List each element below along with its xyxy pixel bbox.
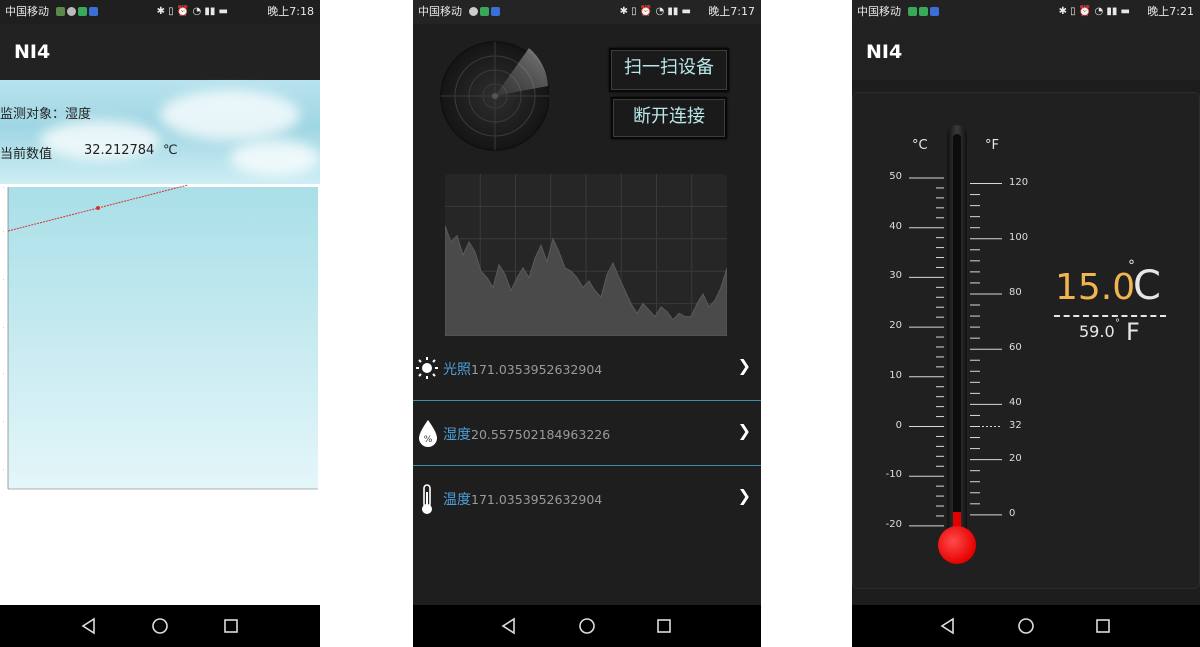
fahrenheit-tick-label: 60 <box>1009 342 1022 354</box>
celsius-tick-label: 20 <box>889 320 902 332</box>
reading-divider <box>1054 315 1166 317</box>
sensor-row-light[interactable]: 光照171.0353952632904 ❯ <box>413 336 761 400</box>
y-tick: · <box>3 277 4 282</box>
sensor-value: 171.0353952632904 <box>471 492 603 507</box>
disconnect-button[interactable]: 断开连接 <box>611 97 727 139</box>
fahrenheit-unit: F <box>1126 318 1140 346</box>
clock-label: 晚上7:21 <box>1147 5 1194 18</box>
y-tick: · <box>3 371 4 376</box>
sensor-row-temperature[interactable]: 温度171.0353952632904 ❯ <box>413 466 761 530</box>
celsius-tick-label: 0 <box>895 419 902 431</box>
fahrenheit-tick-label: 0 <box>1009 507 1016 519</box>
recents-icon[interactable] <box>654 616 674 636</box>
celsius-tick-label: -10 <box>885 469 902 481</box>
recents-icon[interactable] <box>221 616 241 636</box>
y-tick: · <box>3 185 4 190</box>
status-bar: 中国移动 ✱ ▯ ⏰ ◔ ▮▮ ▬ 晚上7:17 <box>413 0 761 24</box>
status-bar: 中国移动 ✱ ▯ ⏰ ◔ ▮▮ ▬ 晚上7:18 <box>0 0 320 24</box>
thermometer-panel: °C °F 50 40 30 20 10 0 -10 -20 120 100 80 60 40 32 20… <box>852 92 1200 589</box>
scan-device-button[interactable]: 扫一扫设备 <box>609 48 729 92</box>
notification-icons <box>906 0 939 24</box>
screen-device: 中国移动 ✱ ▯ ⏰ ◔ ▮▮ ▬ 晚上7:17 扫一扫设备 断开连接 光照17… <box>413 0 761 647</box>
clock-label: 晚上7:18 <box>267 5 314 18</box>
clock-label: 晚上7:17 <box>708 5 755 18</box>
sky-banner <box>0 80 320 184</box>
monitor-target-label: 监测对象：湿度 <box>0 107 92 122</box>
radar-icon <box>440 41 549 151</box>
y-tick: · <box>3 229 4 234</box>
carrier-label: 中国移动 <box>5 5 49 18</box>
sensor-value: 20.557502184963226 <box>471 427 611 442</box>
back-icon[interactable] <box>79 616 99 636</box>
current-value: 32.212784 <box>84 143 155 158</box>
celsius-tick-label: 30 <box>889 270 902 282</box>
back-icon[interactable] <box>499 616 519 636</box>
chevron-right-icon[interactable]: ❯ <box>738 356 751 375</box>
app-bar: NI4 <box>0 24 320 80</box>
system-nav-bar <box>413 605 761 647</box>
sensor-row-humidity[interactable]: % 湿度20.557502184963226 ❯ <box>413 401 761 465</box>
celsius-tick-label: -20 <box>885 518 902 530</box>
sensor-label: 湿度 <box>443 427 471 443</box>
fahrenheit-tick-label: 40 <box>1009 397 1022 409</box>
back-icon[interactable] <box>938 616 958 636</box>
chevron-right-icon[interactable]: ❯ <box>738 421 751 440</box>
home-icon[interactable] <box>1016 616 1036 636</box>
thermometer-bulb <box>938 526 976 564</box>
fahrenheit-scale-symbol: °F <box>985 138 999 153</box>
degree-symbol: ° <box>1115 318 1120 329</box>
fahrenheit-tick-label: 32 <box>1009 419 1022 431</box>
system-tray-icons: ✱ ▯ ⏰ ◔ ▮▮ ▬ <box>1058 6 1130 17</box>
celsius-scale-symbol: °C <box>912 138 928 153</box>
celsius-tick-label: 50 <box>889 171 902 182</box>
data-point <box>96 206 100 210</box>
status-bar: 中国移动 ✱ ▯ ⏰ ◔ ▮▮ ▬ 晚上7:21 <box>852 0 1200 24</box>
screen-thermometer: 中国移动 ✱ ▯ ⏰ ◔ ▮▮ ▬ 晚上7:21 NI4 °C °F 50 40… <box>852 0 1200 647</box>
fahrenheit-tick-label: 120 <box>1009 176 1029 188</box>
app-title: NI4 <box>866 41 903 63</box>
humidity-drop-icon: % <box>419 420 437 447</box>
system-tray-icons: ✱ ▯ ⏰ ◔ ▮▮ ▬ <box>619 6 691 17</box>
carrier-label: 中国移动 <box>418 5 462 18</box>
app-title: NI4 <box>14 41 51 63</box>
notification-icons <box>54 0 98 24</box>
y-tick: · <box>3 325 4 330</box>
chevron-right-icon[interactable]: ❯ <box>738 486 751 505</box>
thermometer-icon <box>422 484 432 514</box>
celsius-tick-label: 10 <box>889 369 902 381</box>
sensor-label: 光照 <box>443 362 471 378</box>
system-nav-bar <box>0 605 320 647</box>
recents-icon[interactable] <box>1093 616 1113 636</box>
svg-text:%: % <box>424 435 433 445</box>
celsius-unit: C <box>1133 263 1161 309</box>
signal-waveform-chart <box>445 174 727 336</box>
sun-icon <box>416 357 438 379</box>
current-value-label: 当前数值 <box>0 147 53 162</box>
y-tick: · <box>3 419 4 424</box>
carrier-label: 中国移动 <box>857 5 901 18</box>
humidity-chart: · · · · · · · <box>0 183 320 533</box>
system-nav-bar <box>852 605 1200 647</box>
screen-monitor: 中国移动 ✱ ▯ ⏰ ◔ ▮▮ ▬ 晚上7:18 NI4 监测对象：湿度 当前数… <box>0 0 320 647</box>
y-tick: · <box>3 467 4 472</box>
home-icon[interactable] <box>150 616 170 636</box>
system-tray-icons: ✱ ▯ ⏰ ◔ ▮▮ ▬ <box>156 6 228 17</box>
fahrenheit-tick-label: 80 <box>1009 286 1022 298</box>
celsius-tick-label: 40 <box>889 220 902 232</box>
fahrenheit-reading: 59.0 <box>1079 322 1115 341</box>
fahrenheit-tick-label: 100 <box>1009 231 1029 243</box>
fahrenheit-tick-label: 20 <box>1009 452 1022 464</box>
unit-label: ℃ <box>163 143 178 158</box>
home-icon[interactable] <box>577 616 597 636</box>
notification-icons <box>467 0 500 24</box>
celsius-reading: 15.0 <box>1055 267 1136 308</box>
sensor-label: 温度 <box>443 492 471 508</box>
sensor-value: 171.0353952632904 <box>471 362 603 377</box>
app-bar: NI4 <box>852 24 1200 80</box>
plot-area <box>8 187 318 489</box>
